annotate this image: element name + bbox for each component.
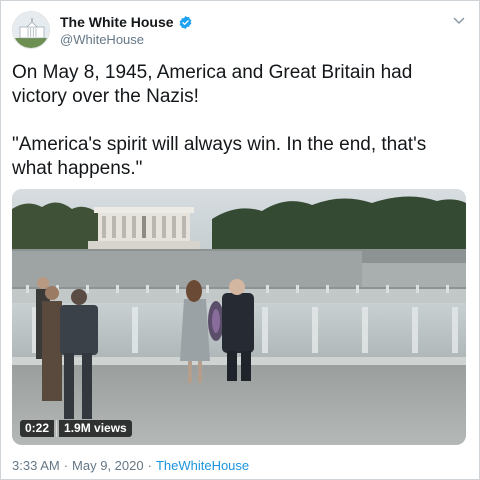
avatar[interactable] xyxy=(12,11,50,49)
tweet-text: On May 8, 1945, America and Great Britai… xyxy=(12,62,427,179)
tweet-footer: 3:33 AM · May 9, 2020 · TheWhiteHouse xyxy=(12,458,249,473)
footer-separator: · xyxy=(147,458,152,473)
badge-divider xyxy=(56,420,58,437)
footer-separator: · xyxy=(63,458,69,473)
display-name-row: The White House xyxy=(60,13,193,31)
video-player[interactable]: 0:22 1.9M views xyxy=(12,189,466,445)
tweet-source-link[interactable]: TheWhiteHouse xyxy=(156,458,249,473)
video-overlay: 0:22 1.9M views xyxy=(20,420,132,437)
duration-badge: 0:22 xyxy=(20,420,55,437)
verified-badge-icon xyxy=(179,15,191,29)
chevron-down-icon[interactable] xyxy=(453,15,465,27)
tweet-time[interactable]: 3:33 AM xyxy=(12,458,60,473)
tweet-card: The White House @WhiteHouse On May 8, 19… xyxy=(0,0,480,480)
author-block: The White House @WhiteHouse xyxy=(60,13,193,47)
display-name[interactable]: The White House xyxy=(60,14,174,30)
view-count-badge: 1.9M views xyxy=(59,420,132,437)
handle[interactable]: @WhiteHouse xyxy=(60,32,193,47)
video-frame xyxy=(12,189,466,445)
tweet-date[interactable]: May 9, 2020 xyxy=(72,458,144,473)
white-house-building-icon xyxy=(13,12,49,48)
